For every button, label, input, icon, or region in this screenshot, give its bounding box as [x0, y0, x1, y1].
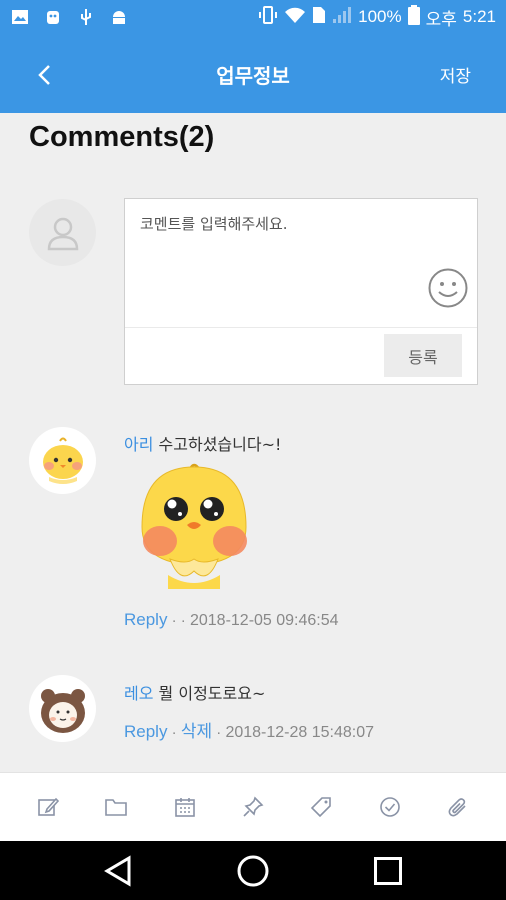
circle-home-icon: [237, 855, 269, 886]
battery-icon: [407, 5, 420, 29]
nav-back-button[interactable]: [94, 847, 142, 895]
clock-time: 5:21: [462, 7, 496, 26]
pin-button[interactable]: [233, 787, 273, 827]
comment-body: 레오 뭘 이정도로요~: [124, 680, 265, 704]
tag-button[interactable]: [301, 787, 341, 827]
wifi-icon: [284, 6, 306, 28]
edit-icon: [38, 797, 60, 816]
attach-button[interactable]: [438, 787, 478, 827]
comment-date: 2018-12-28 15:48:07: [225, 724, 375, 741]
comment-text: 뭘 이정도로요~: [158, 684, 266, 703]
comment-body: 아리 수고하셨습니다~!: [124, 431, 281, 455]
bottom-toolbar: [0, 772, 506, 841]
check-button[interactable]: [370, 787, 410, 827]
usb-icon: [76, 7, 96, 27]
pin-icon: [243, 796, 264, 817]
submit-comment-button[interactable]: 등록: [384, 334, 462, 377]
image-notification-icon: [10, 7, 30, 27]
comment-avatar-ari: [29, 427, 96, 494]
signal-icon: [332, 6, 352, 28]
comment-meta: Reply · · 2018-12-05 09:46:54: [124, 610, 339, 630]
comment-meta: Reply · 삭제 · 2018-12-28 15:48:07: [124, 717, 374, 742]
comment-avatar-leo: [29, 675, 96, 742]
app-bar: 업무정보 저장: [0, 34, 506, 113]
meta-separator: · ·: [167, 612, 190, 629]
attach-icon: [448, 798, 466, 817]
comment-author[interactable]: 아리: [124, 435, 153, 454]
emoji-button[interactable]: [427, 267, 469, 309]
reply-link[interactable]: Reply: [124, 610, 167, 629]
comment-author[interactable]: 레오: [124, 684, 153, 703]
tag-icon: [311, 797, 332, 818]
delete-link[interactable]: 삭제: [181, 722, 212, 741]
reply-link[interactable]: Reply: [124, 722, 167, 741]
battery-percent: 100%: [358, 7, 402, 26]
check-circle-icon: [379, 797, 400, 817]
folder-icon: [105, 799, 128, 816]
calendar-button[interactable]: [165, 787, 205, 827]
edit-button[interactable]: [28, 787, 68, 827]
nav-home-button[interactable]: [229, 847, 277, 895]
comments-heading: Comments(2): [29, 121, 215, 153]
meta-separator: ·: [167, 724, 181, 741]
folder-button[interactable]: [96, 787, 136, 827]
chick-sticker: [132, 463, 256, 589]
comment-date: 2018-12-05 09:46:54: [189, 612, 339, 629]
calendar-icon: [174, 798, 195, 817]
comments-section: Comments(2) 등록: [0, 113, 506, 772]
comment-input[interactable]: [140, 215, 427, 233]
chick-avatar-icon: [42, 437, 83, 484]
current-user-avatar: [29, 199, 96, 266]
triangle-back-icon: [103, 854, 131, 887]
robot-notification-icon: [43, 7, 63, 27]
nav-recents-button[interactable]: [364, 847, 412, 895]
bear-avatar-icon: [40, 688, 85, 733]
status-bar: 100% 오후 5:21: [0, 0, 506, 34]
user-placeholder-icon: [47, 217, 78, 250]
square-recents-icon: [374, 856, 403, 885]
meta-separator: ·: [212, 724, 226, 741]
compose-divider: [125, 327, 477, 328]
comment-compose-box: 등록: [124, 198, 478, 385]
comment-text: 수고하셨습니다~!: [158, 435, 282, 454]
android-icon: [109, 7, 129, 27]
save-button[interactable]: 저장: [440, 62, 471, 87]
smiley-icon: [428, 268, 468, 308]
clock-ampm: 오후: [425, 9, 457, 29]
system-nav-bar: [0, 841, 506, 900]
sim-icon: [312, 6, 326, 28]
vibrate-icon: [258, 6, 278, 28]
page-title: 업무정보: [216, 64, 290, 88]
